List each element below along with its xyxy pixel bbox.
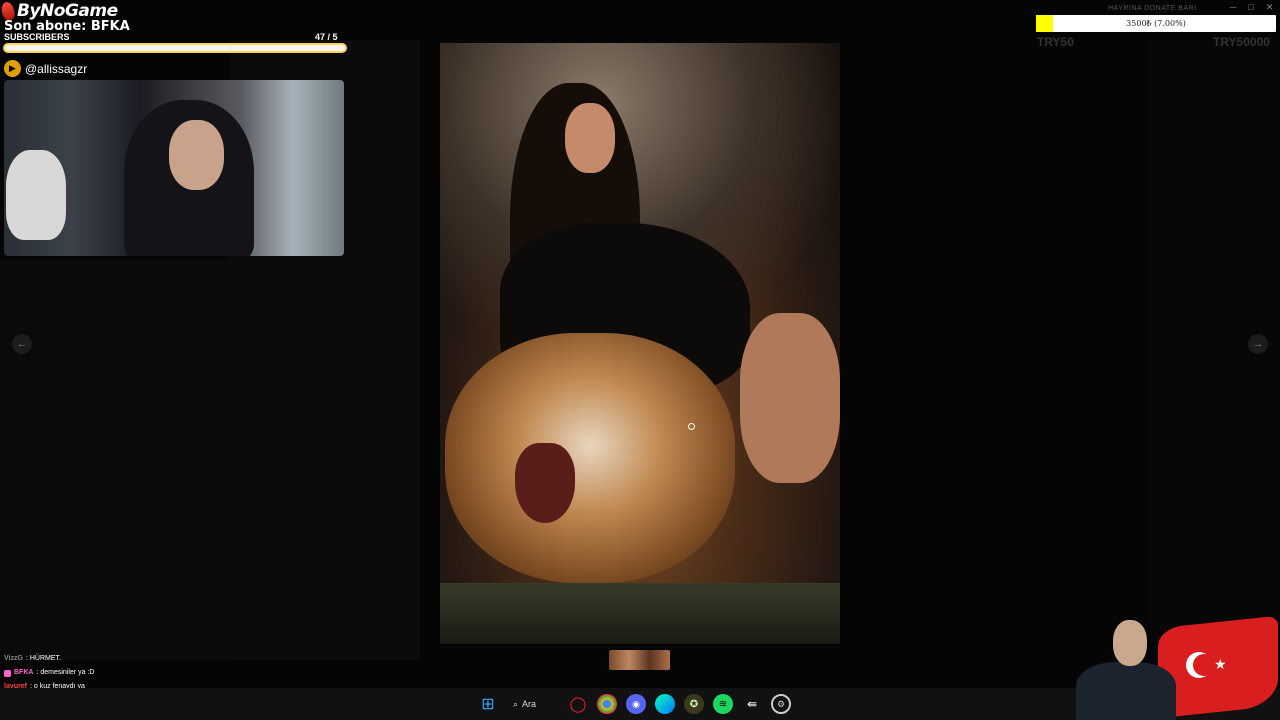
webcam-feed [4, 80, 344, 256]
sabertooth-tiger [445, 333, 735, 583]
app-icon[interactable]: ⇚ [742, 694, 762, 714]
chrome-icon[interactable] [597, 694, 617, 714]
spotify-icon[interactable]: ≋ [713, 694, 733, 714]
steam-icon[interactable]: ⚙ [771, 694, 791, 714]
channel-list-backdrop [0, 260, 230, 660]
teddy-bear [6, 150, 66, 240]
woman-leg [740, 313, 840, 483]
play-icon: ▶ [4, 60, 21, 77]
minimize-icon[interactable]: ─ [1230, 2, 1236, 13]
flag-star-icon: ★ [1214, 656, 1227, 672]
brand-name: ByNoGame [17, 1, 118, 21]
chat-username: BFKA [14, 669, 34, 676]
tiger-mouth [515, 443, 575, 523]
chat-text: : demesiniler ya :D [36, 669, 95, 676]
donation-min-label: TRY50 [1037, 35, 1074, 49]
portrait-suit [1076, 662, 1176, 720]
portrait-head [1113, 620, 1147, 666]
search-icon: ⌕ [513, 698, 519, 709]
chat-message: BFKA: demesiniler ya :D [4, 666, 284, 680]
taskbar-items: ⊞ ⌕ Ara ◯ ◉ ✪ ≋ ⇚ ⚙ [478, 694, 791, 714]
close-icon[interactable]: ✕ [1266, 2, 1274, 13]
donation-progress-text: 3500₺ (7.00%) [1126, 19, 1186, 28]
discord-icon[interactable]: ◉ [626, 694, 646, 714]
streamer-handle: ▶ @allissagzr [4, 60, 87, 77]
subscriber-count: 47 / 5 [315, 32, 338, 42]
brand-logo: ByNoGame [0, 0, 118, 22]
subscriber-goal-bar [3, 43, 347, 53]
chat-username: VizzG [4, 655, 23, 662]
mouse-cursor [688, 423, 695, 430]
chat-badge-icon [4, 669, 11, 677]
handle-text: @allissagzr [25, 61, 88, 76]
prev-image-button[interactable]: ← [12, 334, 32, 354]
subscribers-label: SUBSCRIBERS [4, 32, 70, 42]
opera-icon[interactable]: ◯ [568, 694, 588, 714]
window-controls[interactable]: ─ □ ✕ [1230, 2, 1273, 13]
image-thumbnail[interactable] [609, 650, 670, 670]
chat-message: VizzG: HÜRMET. [4, 652, 284, 666]
image-viewer[interactable] [440, 43, 840, 644]
xbox-icon[interactable]: ✪ [684, 694, 704, 714]
search-label: Ara [522, 699, 537, 709]
donate-title: HAYRINA DONATE BARI [1108, 5, 1197, 12]
flag-crescent-cut [1193, 654, 1215, 676]
woman-face [565, 103, 615, 173]
windows-icon[interactable]: ⊞ [478, 694, 498, 714]
taskbar-search[interactable]: ⌕ Ara [507, 694, 559, 714]
donation-progress-bar: 3500₺ (7.00%) [1036, 15, 1276, 32]
member-list-backdrop [1150, 40, 1280, 680]
maximize-icon[interactable]: □ [1248, 2, 1253, 13]
ataturk-flag-overlay: ★ [1068, 612, 1280, 720]
edge-icon[interactable] [655, 694, 675, 714]
chat-text: : HÜRMET. [25, 655, 61, 662]
next-image-button[interactable]: → [1248, 334, 1268, 354]
donation-max-label: TRY50000 [1213, 35, 1270, 49]
rock-ground [440, 583, 840, 644]
streamer-face [169, 120, 224, 190]
